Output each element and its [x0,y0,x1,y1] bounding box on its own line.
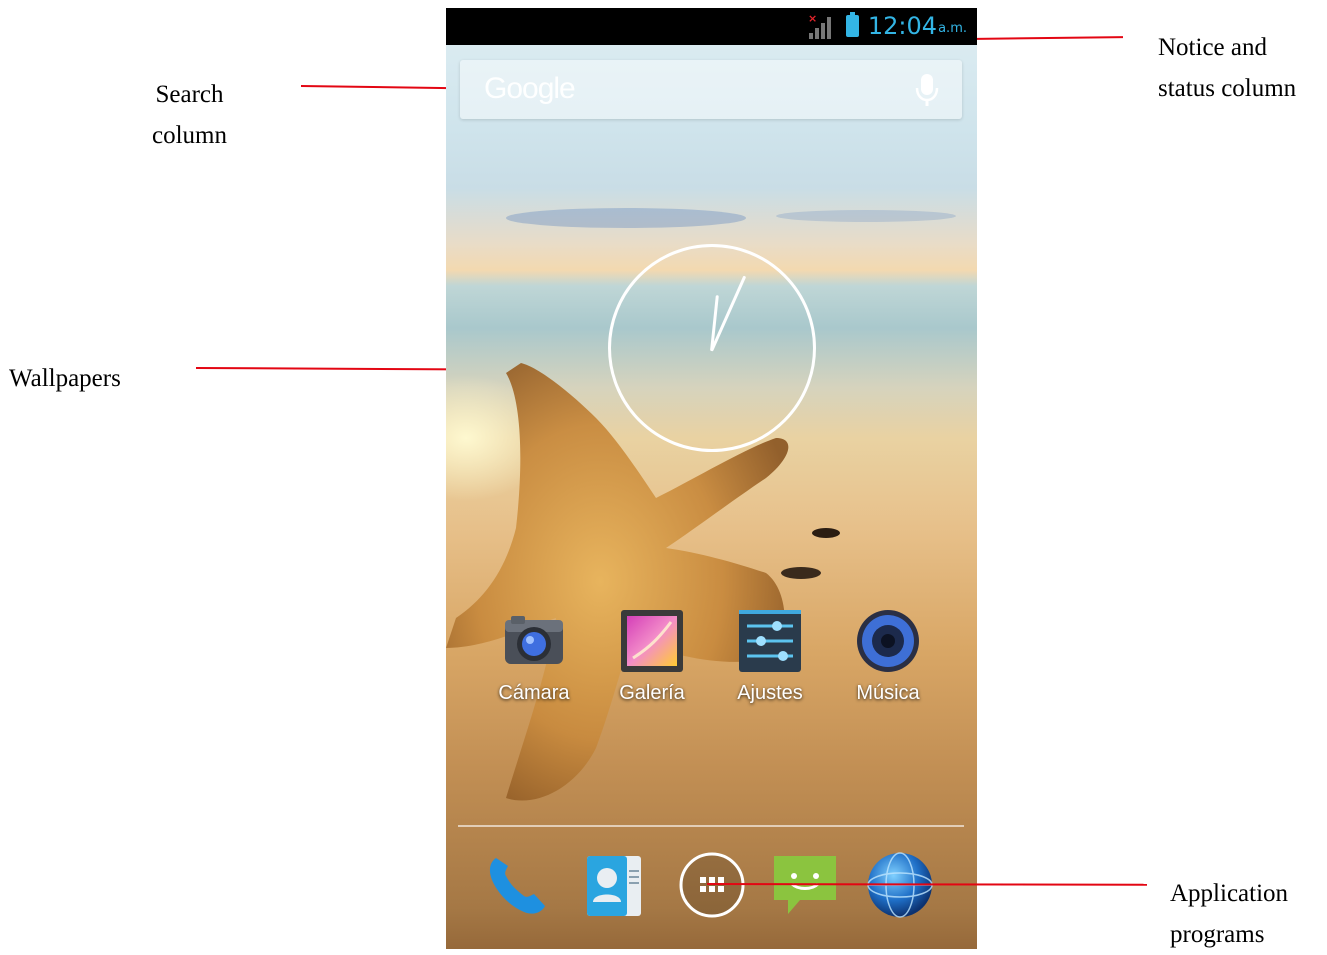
contacts-icon[interactable] [581,850,651,920]
wallpaper-starfish [446,208,956,801]
music-icon [857,610,919,672]
battery-icon [846,12,859,37]
microphone-icon[interactable] [914,74,940,108]
callout-notice-status: Notice and status column [1158,27,1296,109]
status-bar[interactable]: × 12:04 a.m. [446,8,977,45]
analog-clock-widget[interactable] [608,244,816,452]
no-signal-icon: × [808,12,831,39]
google-search-bar[interactable]: Google [460,60,962,119]
camera-icon [505,616,563,664]
callout-application-programs: Application programs [1170,873,1288,955]
app-label: Música [856,682,920,704]
app-label: Cámara [498,682,570,704]
leader-search [300,85,449,90]
callout-wallpapers-text: Wallpapers [9,365,121,392]
callout-application-programs-text: Application programs [1170,880,1289,948]
app-label: Galería [619,682,685,704]
gallery-icon [621,610,683,672]
phone-home-screen: × 12:04 a.m. Google Cámara Galería Ajust… [446,8,977,949]
callout-search-column: Search column [152,74,227,156]
status-time: 12:04 [867,12,937,40]
app-label: Ajustes [737,682,803,704]
callout-search-column-text: Search column [152,81,227,149]
callout-notice-status-text: Notice and status column [1158,34,1297,102]
callout-wallpapers: Wallpapers [9,358,121,399]
search-placeholder: Google [484,72,576,105]
settings-icon [739,610,801,672]
phone-icon[interactable] [482,850,552,920]
leader-notice-status [967,36,1124,40]
status-ampm: a.m. [938,21,967,36]
dock-divider [458,825,964,827]
